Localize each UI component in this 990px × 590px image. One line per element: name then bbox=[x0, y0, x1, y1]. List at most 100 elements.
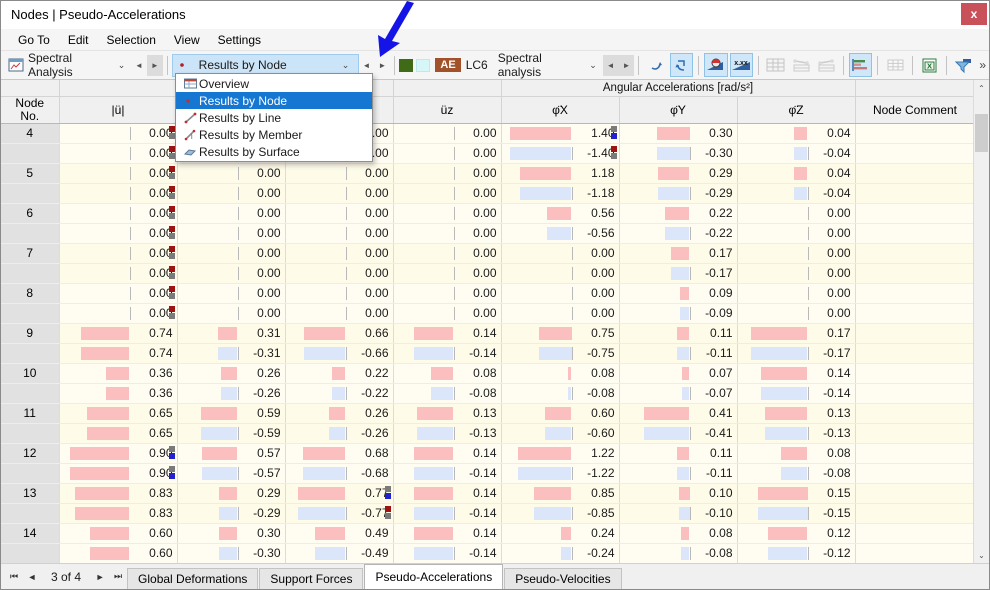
value-cell-uy[interactable]: 0.00 bbox=[285, 223, 393, 243]
value-cell-uz[interactable]: 0.00 bbox=[393, 223, 501, 243]
dropdown-item-results-by-member[interactable]: I Results by Member bbox=[176, 126, 372, 143]
value-cell-phix[interactable]: 0.75 bbox=[501, 323, 619, 343]
node-number-cell[interactable] bbox=[1, 423, 59, 443]
tab-pseudo-velocities[interactable]: Pseudo-Velocities bbox=[504, 568, 621, 589]
value-cell-umag[interactable]: 0.74 bbox=[59, 323, 177, 343]
value-cell-ux[interactable]: 0.00 bbox=[177, 243, 285, 263]
value-cell-phix[interactable]: 0.08 bbox=[501, 363, 619, 383]
value-cell-ux[interactable]: 0.29 bbox=[177, 483, 285, 503]
value-cell-umag[interactable]: 0.90 bbox=[59, 443, 177, 463]
value-cell-phiz[interactable]: 0.00 bbox=[737, 243, 855, 263]
value-cell-uy[interactable]: 0.66 bbox=[285, 323, 393, 343]
value-cell-phix[interactable]: 0.60 bbox=[501, 403, 619, 423]
value-cell-ux[interactable]: 0.30 bbox=[177, 523, 285, 543]
value-cell-uz[interactable]: 0.14 bbox=[393, 483, 501, 503]
scroll-up-button[interactable]: ⌃ bbox=[974, 80, 989, 96]
value-cell-uz[interactable]: 0.14 bbox=[393, 323, 501, 343]
close-button[interactable]: x bbox=[961, 3, 987, 25]
color-scale-icon[interactable] bbox=[704, 53, 727, 77]
value-cell-uy[interactable]: 0.00 bbox=[285, 243, 393, 263]
value-cell-phiy[interactable]: 0.30 bbox=[619, 123, 737, 143]
value-cell-ux[interactable]: -0.31 bbox=[177, 343, 285, 363]
node-comment-cell[interactable] bbox=[855, 443, 975, 463]
node-comment-cell[interactable] bbox=[855, 263, 975, 283]
value-cell-uz[interactable]: 0.00 bbox=[393, 163, 501, 183]
chart-bars-icon[interactable] bbox=[849, 53, 872, 77]
load-case-next-button[interactable]: ► bbox=[619, 55, 635, 76]
value-cell-phiz[interactable]: 0.12 bbox=[737, 523, 855, 543]
column-header-phi-z[interactable]: φ̈Z bbox=[737, 96, 855, 123]
value-cell-uy[interactable]: -0.68 bbox=[285, 463, 393, 483]
value-cell-uz[interactable]: -0.14 bbox=[393, 463, 501, 483]
last-page-button[interactable]: ⏭ bbox=[109, 567, 127, 587]
node-number-cell[interactable] bbox=[1, 143, 59, 163]
value-cell-phiz[interactable]: -0.14 bbox=[737, 383, 855, 403]
value-cell-umag[interactable]: 0.00 bbox=[59, 203, 177, 223]
value-cell-umag[interactable]: 0.00 bbox=[59, 143, 177, 163]
value-cell-uy[interactable]: 0.00 bbox=[285, 303, 393, 323]
value-cell-uz[interactable]: 0.00 bbox=[393, 183, 501, 203]
node-number-cell[interactable]: 14 bbox=[1, 523, 59, 543]
value-cell-umag[interactable]: 0.65 bbox=[59, 423, 177, 443]
analysis-next-button[interactable]: ► bbox=[147, 55, 163, 76]
scroll-down-button[interactable]: ⌄ bbox=[974, 547, 989, 563]
value-cell-phiy[interactable]: -0.11 bbox=[619, 343, 737, 363]
table-row[interactable]: 80.000.000.000.000.000.090.00 bbox=[1, 283, 975, 303]
table-row[interactable]: 0.000.000.000.00-0.56-0.220.00 bbox=[1, 223, 975, 243]
value-cell-phix[interactable]: -0.75 bbox=[501, 343, 619, 363]
value-cell-uz[interactable]: -0.08 bbox=[393, 383, 501, 403]
value-cell-uy[interactable]: 0.00 bbox=[285, 283, 393, 303]
node-number-cell[interactable]: 9 bbox=[1, 323, 59, 343]
column-header-phi-x[interactable]: φ̈X bbox=[501, 96, 619, 123]
node-comment-cell[interactable] bbox=[855, 323, 975, 343]
value-cell-ux[interactable]: 0.31 bbox=[177, 323, 285, 343]
dropdown-item-results-by-node[interactable]: Results by Node bbox=[176, 92, 372, 109]
value-cell-phiz[interactable]: -0.12 bbox=[737, 543, 855, 563]
value-cell-phix[interactable]: 0.00 bbox=[501, 243, 619, 263]
value-cell-phix[interactable]: -1.40 bbox=[501, 143, 619, 163]
node-comment-cell[interactable] bbox=[855, 503, 975, 523]
value-cell-phiz[interactable]: -0.04 bbox=[737, 143, 855, 163]
value-cell-phiy[interactable]: 0.11 bbox=[619, 443, 737, 463]
value-cell-phiz[interactable]: -0.08 bbox=[737, 463, 855, 483]
menu-item-edit[interactable]: Edit bbox=[59, 31, 98, 49]
node-number-cell[interactable] bbox=[1, 303, 59, 323]
node-number-cell[interactable]: 12 bbox=[1, 443, 59, 463]
value-cell-uz[interactable]: 0.00 bbox=[393, 143, 501, 163]
node-number-cell[interactable]: 5 bbox=[1, 163, 59, 183]
value-cell-phiz[interactable]: 0.00 bbox=[737, 203, 855, 223]
value-cell-uy[interactable]: 0.68 bbox=[285, 443, 393, 463]
table-row[interactable]: 0.000.000.000.000.00-0.090.00 bbox=[1, 303, 975, 323]
filter-icon[interactable] bbox=[952, 53, 975, 77]
analysis-prev-button[interactable]: ◄ bbox=[131, 55, 147, 76]
node-comment-cell[interactable] bbox=[855, 423, 975, 443]
sync-refresh-icon[interactable] bbox=[670, 53, 693, 77]
value-cell-phiy[interactable]: -0.29 bbox=[619, 183, 737, 203]
value-cell-phiz[interactable]: 0.08 bbox=[737, 443, 855, 463]
value-cell-ux[interactable]: 0.00 bbox=[177, 183, 285, 203]
value-cell-phiy[interactable]: 0.08 bbox=[619, 523, 737, 543]
value-cell-phiz[interactable]: 0.00 bbox=[737, 263, 855, 283]
value-cell-uz[interactable]: -0.14 bbox=[393, 543, 501, 563]
value-cell-ux[interactable]: -0.57 bbox=[177, 463, 285, 483]
value-cell-phiz[interactable]: 0.04 bbox=[737, 163, 855, 183]
value-cell-ux[interactable]: -0.29 bbox=[177, 503, 285, 523]
table-row[interactable]: 50.000.000.000.001.180.290.04 bbox=[1, 163, 975, 183]
value-cell-phiz[interactable]: 0.00 bbox=[737, 303, 855, 323]
node-comment-cell[interactable] bbox=[855, 403, 975, 423]
value-cell-umag[interactable]: 0.00 bbox=[59, 243, 177, 263]
node-comment-cell[interactable] bbox=[855, 283, 975, 303]
dropdown-item-results-by-surface[interactable]: Results by Surface bbox=[176, 143, 372, 160]
table-row[interactable]: 90.740.310.660.140.750.110.17 bbox=[1, 323, 975, 343]
value-cell-phiy[interactable]: 0.07 bbox=[619, 363, 737, 383]
node-number-cell[interactable]: 11 bbox=[1, 403, 59, 423]
table-row[interactable]: 130.830.290.770.140.850.100.15 bbox=[1, 483, 975, 503]
node-number-cell[interactable] bbox=[1, 263, 59, 283]
node-number-cell[interactable] bbox=[1, 383, 59, 403]
table-row[interactable]: 0.000.000.000.00-1.40-0.30-0.04 bbox=[1, 143, 975, 163]
value-cell-phiy[interactable]: 0.29 bbox=[619, 163, 737, 183]
node-number-cell[interactable]: 6 bbox=[1, 203, 59, 223]
value-cell-uy[interactable]: -0.26 bbox=[285, 423, 393, 443]
node-number-cell[interactable] bbox=[1, 503, 59, 523]
tab-pseudo-accelerations[interactable]: Pseudo-Accelerations bbox=[364, 564, 503, 589]
